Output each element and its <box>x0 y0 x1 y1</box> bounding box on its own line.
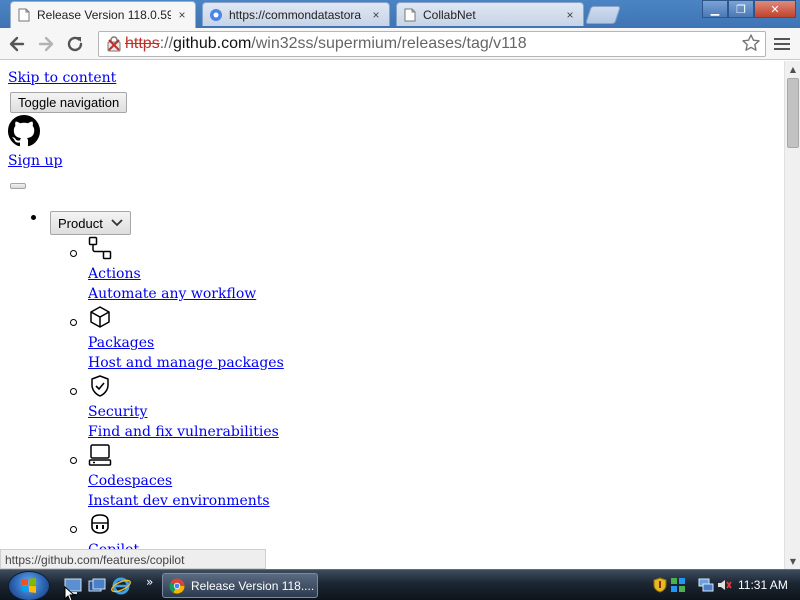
tab-title: CollabNet <box>423 7 476 22</box>
tab-title: Release Version 118.0.5993 <box>37 8 171 22</box>
list-bullet <box>70 457 77 464</box>
volume-muted-icon[interactable] <box>716 577 732 593</box>
list-bullet <box>70 319 77 326</box>
url-separator: :// <box>159 35 174 52</box>
product-label: Product <box>58 215 103 231</box>
scroll-up-icon[interactable]: ▲ <box>785 61 800 77</box>
window-controls: ▁ ❐ ✕ <box>702 0 796 18</box>
desktop-screen: Release Version 118.0.5993 × https://com… <box>0 0 800 600</box>
product-item-desc[interactable]: Instant dev environments <box>88 493 270 509</box>
copilot-icon <box>88 512 112 536</box>
list-bullet <box>70 388 77 395</box>
sign-up-link[interactable]: Sign up <box>8 153 62 169</box>
reload-icon <box>67 36 83 52</box>
reload-button[interactable] <box>63 32 87 56</box>
scrollbar-thumb[interactable] <box>787 78 799 148</box>
url-path: /win32ss/supermium/releases/tag/v118 <box>251 35 527 52</box>
status-url-bubble: https://github.com/features/copilot <box>0 549 266 569</box>
url-scheme: https <box>125 35 160 52</box>
tab-commondatastorage[interactable]: https://commondatastora × <box>202 2 390 26</box>
minimize-button[interactable]: ▁ <box>702 0 728 18</box>
security-shield-tray-icon[interactable] <box>652 577 668 593</box>
tab-collabnet[interactable]: CollabNet × <box>396 2 584 26</box>
network-tray-icon[interactable] <box>698 577 714 593</box>
new-tab-button[interactable] <box>585 6 621 24</box>
scroll-down-icon[interactable]: ▼ <box>785 553 800 569</box>
list-bullet <box>31 215 36 220</box>
workflow-icon <box>88 236 112 260</box>
action-center-tray-icon[interactable] <box>670 577 686 593</box>
site-icon <box>209 8 223 22</box>
product-item-desc[interactable]: Host and manage packages <box>88 355 284 371</box>
package-icon <box>88 305 112 329</box>
maximize-button[interactable]: ❐ <box>728 0 754 18</box>
quick-launch-overflow[interactable]: » <box>146 575 153 589</box>
bookmark-star-icon[interactable] <box>740 32 762 54</box>
page-icon <box>17 8 31 22</box>
insecure-lock-icon[interactable] <box>103 33 125 55</box>
switch-windows-icon[interactable] <box>87 576 107 596</box>
menu-icon[interactable] <box>772 34 792 54</box>
back-button[interactable] <box>5 32 29 56</box>
chrome-icon <box>169 578 185 594</box>
mouse-cursor-icon <box>64 586 76 600</box>
product-item-codespaces[interactable]: Codespaces <box>88 473 172 489</box>
system-clock[interactable]: 11:31 AM <box>738 578 788 592</box>
codespaces-icon <box>88 443 112 467</box>
tab-release-version[interactable]: Release Version 118.0.5993 × <box>10 1 196 28</box>
list-bullet <box>70 526 77 533</box>
chevron-down-icon <box>111 218 125 228</box>
windows-logo-icon <box>22 578 36 593</box>
back-arrow-icon <box>9 36 25 52</box>
product-item-desc[interactable]: Find and fix vulnerabilities <box>88 424 279 440</box>
start-button[interactable] <box>8 571 50 600</box>
tab-close-icon[interactable]: × <box>175 8 189 22</box>
tab-title: https://commondatastora <box>229 7 362 22</box>
toggle-navigation-button[interactable]: Toggle navigation <box>10 92 128 113</box>
list-bullet <box>70 250 77 257</box>
forward-arrow-icon <box>38 36 54 52</box>
forward-button[interactable] <box>34 32 58 56</box>
address-bar[interactable]: https :// github.com /win32ss/supermium/… <box>98 31 766 57</box>
product-item-actions[interactable]: Actions <box>88 266 141 282</box>
close-window-button[interactable]: ✕ <box>754 0 796 18</box>
internet-explorer-icon[interactable] <box>111 576 131 596</box>
shield-check-icon <box>88 374 112 398</box>
vertical-scrollbar[interactable]: ▲ ▼ <box>784 61 800 569</box>
task-title: Release Version 118.... <box>191 578 315 593</box>
tab-close-icon[interactable]: × <box>369 8 383 22</box>
browser-toolbar: https :// github.com /win32ss/supermium/… <box>0 28 800 60</box>
taskbar-chrome-window[interactable]: Release Version 118.... <box>162 573 318 598</box>
skip-to-content-link[interactable]: Skip to content <box>8 70 116 86</box>
tab-close-icon[interactable]: × <box>563 8 577 22</box>
search-toggle-button[interactable] <box>10 183 26 189</box>
page-content: Skip to content Toggle navigation Sign u… <box>0 61 784 569</box>
page-icon <box>403 8 417 22</box>
product-menu-button[interactable]: Product <box>50 211 131 235</box>
product-item-security[interactable]: Security <box>88 404 147 420</box>
browser-titlebar: Release Version 118.0.5993 × https://com… <box>0 0 800 28</box>
windows-taskbar: » Release Version 118.... 11:31 AM <box>0 569 800 600</box>
url-host: github.com <box>173 35 252 52</box>
product-item-desc[interactable]: Automate any workflow <box>88 286 256 302</box>
product-item-packages[interactable]: Packages <box>88 335 154 351</box>
github-logo-icon[interactable] <box>8 115 40 147</box>
